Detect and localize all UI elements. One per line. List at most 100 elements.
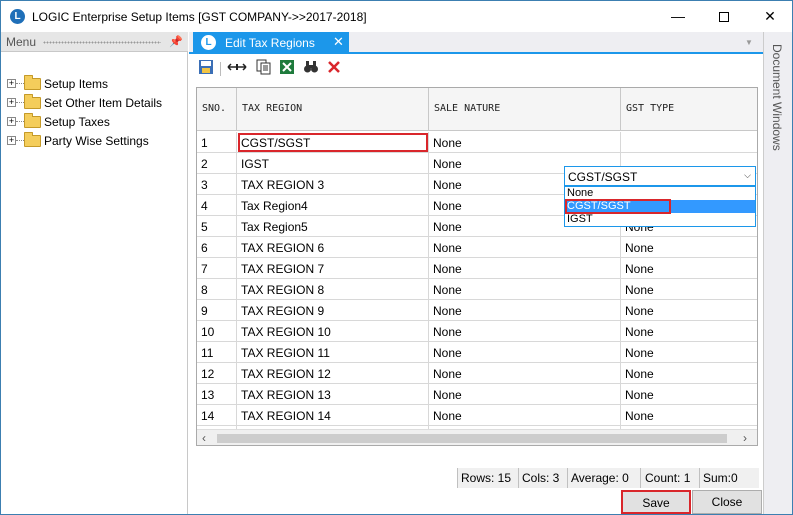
- cell-sno[interactable]: 14: [197, 405, 237, 426]
- cell-tax-region[interactable]: TAX REGION 12: [237, 363, 429, 384]
- title-bar[interactable]: L LOGIC Enterprise Setup Items [GST COMP…: [1, 1, 792, 32]
- cell-sale-nature[interactable]: None: [429, 321, 621, 342]
- cell-sno[interactable]: 11: [197, 342, 237, 363]
- cell-tax-region[interactable]: IGST: [237, 153, 429, 174]
- delete-icon[interactable]: [324, 59, 344, 79]
- cell-gst-type[interactable]: None: [621, 258, 757, 279]
- tree-item-label: Setup Items: [44, 77, 109, 91]
- cell-tax-region[interactable]: Tax Region5: [237, 216, 429, 237]
- cell-tax-region[interactable]: TAX REGION 13: [237, 384, 429, 405]
- table-row[interactable]: 8 TAX REGION 8 None None: [197, 279, 757, 300]
- cell-tax-region[interactable]: TAX REGION 14: [237, 405, 429, 426]
- cell-sale-nature[interactable]: None: [429, 300, 621, 321]
- cell-sale-nature[interactable]: None: [429, 258, 621, 279]
- expand-icon[interactable]: +: [7, 136, 16, 145]
- table-row[interactable]: 6 TAX REGION 6 None None: [197, 237, 757, 258]
- cell-sno[interactable]: 1: [197, 132, 237, 153]
- chevron-down-icon[interactable]: ⌵: [744, 170, 751, 181]
- close-button[interactable]: Close: [692, 490, 762, 514]
- table-row[interactable]: 14 TAX REGION 14 None None: [197, 405, 757, 426]
- cell-tax-region[interactable]: TAX REGION 9: [237, 300, 429, 321]
- cell-sale-nature[interactable]: None: [429, 132, 621, 153]
- table-row[interactable]: 12 TAX REGION 12 None None: [197, 363, 757, 384]
- tab-list-dropdown-icon[interactable]: ▼: [745, 38, 753, 47]
- tree-item-set-other-item-details[interactable]: + Set Other Item Details: [7, 94, 187, 114]
- expand-icon[interactable]: +: [7, 79, 16, 88]
- table-row[interactable]: 11 TAX REGION 11 None None: [197, 342, 757, 363]
- cell-sno[interactable]: 3: [197, 174, 237, 195]
- cell-sno[interactable]: 13: [197, 384, 237, 405]
- cell-sno[interactable]: 7: [197, 258, 237, 279]
- cell-sale-nature[interactable]: None: [429, 342, 621, 363]
- cell-sale-nature[interactable]: None: [429, 237, 621, 258]
- expand-icon[interactable]: +: [7, 117, 16, 126]
- tree-item-party-wise-settings[interactable]: + Party Wise Settings: [7, 132, 187, 152]
- cell-tax-region[interactable]: TAX REGION 6: [237, 237, 429, 258]
- cell-tax-region[interactable]: CGST/SGST: [237, 132, 429, 153]
- folder-icon: [24, 132, 41, 147]
- cell-sno[interactable]: 4: [197, 195, 237, 216]
- cell-sale-nature[interactable]: None: [429, 279, 621, 300]
- maximize-button[interactable]: [701, 1, 747, 32]
- column-header-sno[interactable]: SNO.: [197, 88, 237, 131]
- tax-regions-grid[interactable]: SNO. TAX REGION SALE NATURE GST TYPE 1 CG…: [196, 87, 758, 446]
- tree-item-setup-taxes[interactable]: + Setup Taxes: [7, 113, 187, 133]
- cell-sale-nature[interactable]: None: [429, 405, 621, 426]
- cell-gst-type[interactable]: None: [621, 342, 757, 363]
- save-button[interactable]: Save: [621, 490, 691, 514]
- tab-close-icon[interactable]: ✕: [333, 34, 344, 50]
- tab-edit-tax-regions[interactable]: L Edit Tax Regions ✕: [193, 32, 349, 54]
- cell-gst-type[interactable]: None: [621, 279, 757, 300]
- table-row[interactable]: 10 TAX REGION 10 None None: [197, 321, 757, 342]
- minimize-button[interactable]: —: [655, 1, 701, 32]
- cell-gst-type[interactable]: None: [621, 237, 757, 258]
- cell-tax-region[interactable]: Tax Region4: [237, 195, 429, 216]
- status-bar: Rows: 15 Cols: 3 Average: 0 Count: 1 Sum…: [457, 468, 759, 488]
- cell-gst-type[interactable]: None: [621, 384, 757, 405]
- gst-type-combo[interactable]: CGST/SGST ⌵: [564, 166, 756, 186]
- cell-gst-type[interactable]: None: [621, 405, 757, 426]
- cell-sale-nature[interactable]: None: [429, 384, 621, 405]
- scroll-left-icon[interactable]: ‹: [202, 431, 206, 445]
- table-row[interactable]: 7 TAX REGION 7 None None: [197, 258, 757, 279]
- column-header-gst-type[interactable]: GST TYPE: [621, 88, 757, 131]
- cell-tax-region[interactable]: TAX REGION 8: [237, 279, 429, 300]
- document-windows-panel[interactable]: Document Windows: [763, 32, 792, 514]
- cell-sno[interactable]: 8: [197, 279, 237, 300]
- table-row[interactable]: 1 CGST/SGST None: [197, 132, 757, 153]
- pin-icon[interactable]: 📌: [169, 35, 183, 48]
- tree-item-setup-items[interactable]: + Setup Items: [7, 75, 187, 95]
- cell-gst-type[interactable]: None: [621, 321, 757, 342]
- scroll-right-icon[interactable]: ›: [743, 431, 747, 445]
- table-row[interactable]: 13 TAX REGION 13 None None: [197, 384, 757, 405]
- cell-sale-nature[interactable]: None: [429, 363, 621, 384]
- column-header-sale-nature[interactable]: SALE NATURE: [429, 88, 621, 131]
- cell-sno[interactable]: 2: [197, 153, 237, 174]
- cell-gst-type[interactable]: None: [621, 363, 757, 384]
- cell-sno[interactable]: 12: [197, 363, 237, 384]
- cell-tax-region[interactable]: TAX REGION 3: [237, 174, 429, 195]
- find-icon[interactable]: [301, 59, 321, 79]
- columns-icon[interactable]: [225, 59, 249, 79]
- excel-icon[interactable]: [277, 59, 297, 79]
- cell-tax-region[interactable]: TAX REGION 10: [237, 321, 429, 342]
- cell-sno[interactable]: 9: [197, 300, 237, 321]
- column-header-tax-region[interactable]: TAX REGION: [237, 88, 429, 131]
- copy-icon[interactable]: [253, 59, 273, 79]
- cell-sno[interactable]: 10: [197, 321, 237, 342]
- expand-icon[interactable]: +: [7, 98, 16, 107]
- close-window-button[interactable]: ✕: [747, 1, 792, 32]
- menu-gripper[interactable]: [43, 41, 161, 44]
- dropdown-option-igst[interactable]: IGST: [565, 213, 755, 226]
- cell-gst-type[interactable]: [621, 132, 757, 153]
- cell-sno[interactable]: 6: [197, 237, 237, 258]
- horizontal-scrollbar[interactable]: ‹ ›: [197, 429, 757, 445]
- cell-tax-region[interactable]: TAX REGION 11: [237, 342, 429, 363]
- scrollbar-thumb[interactable]: [217, 434, 727, 443]
- save-icon[interactable]: [196, 59, 216, 79]
- status-count: Count: 1: [645, 471, 691, 485]
- cell-tax-region[interactable]: TAX REGION 7: [237, 258, 429, 279]
- table-row[interactable]: 9 TAX REGION 9 None None: [197, 300, 757, 321]
- cell-sno[interactable]: 5: [197, 216, 237, 237]
- cell-gst-type[interactable]: None: [621, 300, 757, 321]
